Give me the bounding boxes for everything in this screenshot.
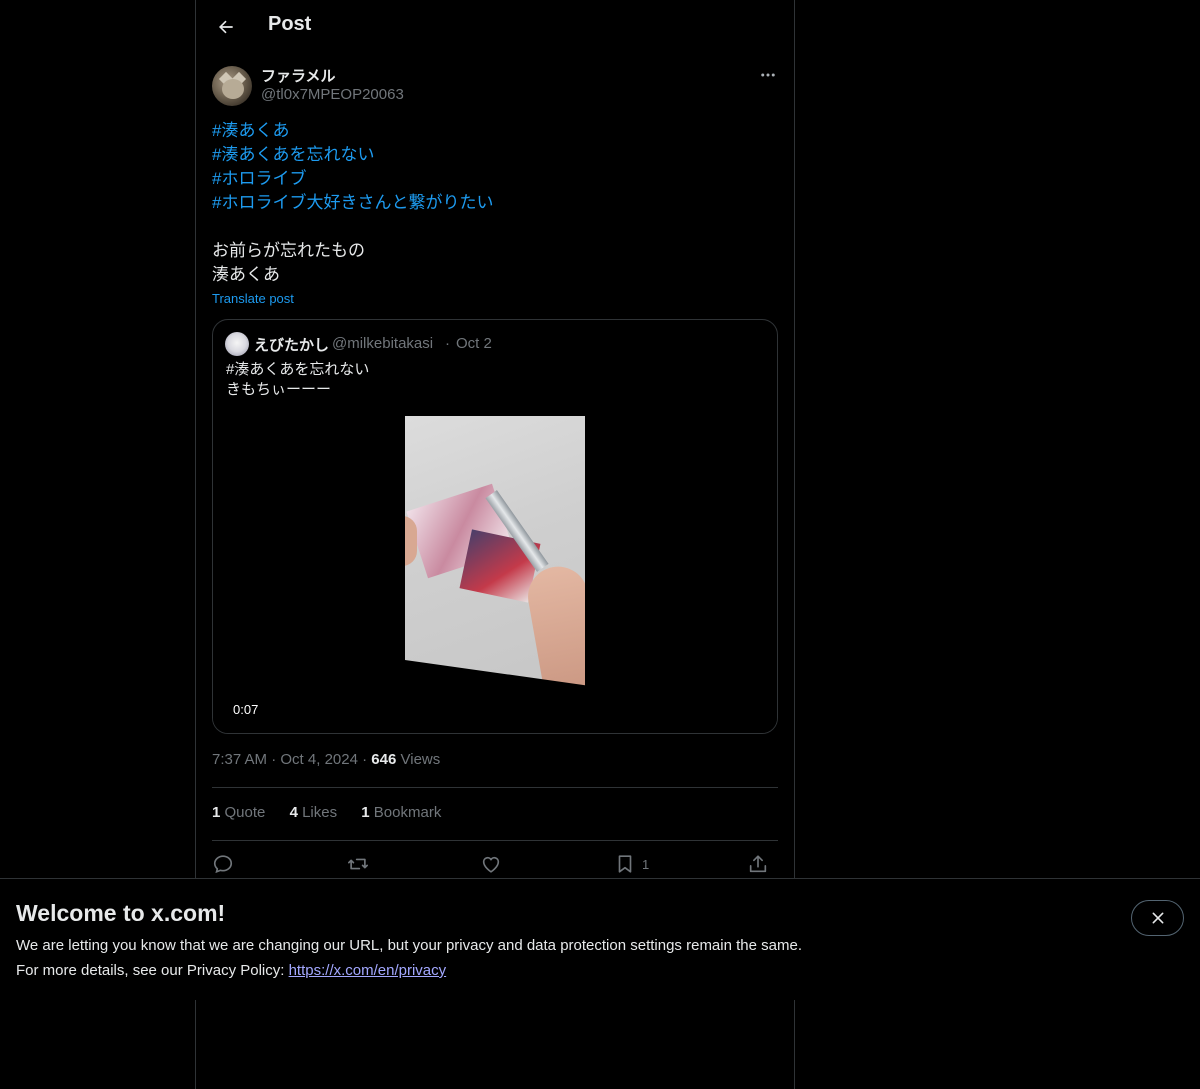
- quoted-display-name: えびたかし: [254, 337, 330, 354]
- translate-post-link[interactable]: Translate post: [212, 291, 294, 306]
- quoted-text-line: #湊あくあを忘れない: [226, 361, 370, 378]
- post-text-line: お前らが忘れたもの: [212, 241, 365, 260]
- share-icon: [749, 855, 767, 873]
- reply-button[interactable]: [212, 852, 234, 876]
- video-player[interactable]: 0:07: [213, 416, 777, 733]
- divider: [212, 787, 778, 788]
- bookmark-button[interactable]: 1: [614, 852, 649, 876]
- quoted-handle: @milkebitakasi: [332, 335, 434, 352]
- hashtag-link[interactable]: #ホロライブ: [212, 167, 778, 191]
- action-bar: 1: [212, 852, 778, 878]
- post-metadata: 7:37 AM · Oct 4, 2024 · 646 Views: [212, 751, 441, 768]
- close-banner-button[interactable]: [1131, 900, 1184, 936]
- quoted-text-line: きもちぃーーー: [226, 381, 332, 398]
- views-count: 646: [371, 751, 397, 768]
- post-time[interactable]: 7:37 AM: [212, 751, 267, 768]
- more-options-button[interactable]: [756, 64, 780, 86]
- quoted-text: #湊あくあを忘れない きもちぃーーー: [226, 360, 369, 400]
- banner-privacy-note: For more details, see our Privacy Policy…: [16, 962, 447, 979]
- repost-button[interactable]: [346, 852, 370, 876]
- views-label: Views: [400, 751, 441, 768]
- like-button[interactable]: [480, 852, 502, 876]
- hashtag-link[interactable]: #ホロライブ大好きさんと繋がりたい: [212, 191, 778, 215]
- page-header: Post: [196, 0, 794, 54]
- welcome-banner: Welcome to x.com! We are letting you kno…: [0, 878, 1200, 1000]
- author-display-name[interactable]: ファラメル: [261, 65, 336, 86]
- banner-title: Welcome to x.com!: [16, 900, 226, 926]
- engagement-stats: 1 Quote 4 Likes 1 Bookmark: [212, 804, 461, 821]
- bookmarks-stat[interactable]: 1 Bookmark: [361, 804, 441, 821]
- post-text-line: 湊あくあ: [212, 265, 280, 284]
- quotes-stat[interactable]: 1 Quote: [212, 804, 265, 821]
- back-arrow-icon: [219, 20, 233, 34]
- author-handle[interactable]: @tl0x7MPEOP20063: [261, 86, 404, 103]
- post-date[interactable]: Oct 4, 2024: [280, 751, 358, 768]
- hashtag-link[interactable]: #湊あくあ: [212, 119, 778, 143]
- hashtag-link[interactable]: #湊あくあを忘れない: [212, 143, 778, 167]
- quoted-avatar[interactable]: [225, 332, 249, 356]
- bookmark-count: 1: [642, 856, 650, 872]
- share-button[interactable]: [747, 852, 769, 876]
- quoted-post-card[interactable]: えびたかし @milkebitakasi · Oct 2 #湊あくあを忘れない …: [212, 319, 778, 734]
- banner-message: We are letting you know that we are chan…: [16, 937, 802, 954]
- post-text: #湊あくあ #湊あくあを忘れない #ホロライブ #ホロライブ大好きさんと繋がりた…: [212, 119, 778, 287]
- video-thumbnail: [405, 416, 585, 733]
- page-title: Post: [268, 13, 312, 35]
- quoted-date: Oct 2: [456, 335, 492, 352]
- heart-icon: [482, 856, 500, 873]
- video-duration: 0:07: [225, 700, 267, 719]
- close-icon: [1152, 912, 1163, 924]
- more-icon: [761, 73, 775, 77]
- likes-stat[interactable]: 4 Likes: [290, 804, 338, 821]
- reply-icon: [213, 855, 233, 874]
- back-button[interactable]: [208, 9, 244, 45]
- repost-icon: [348, 858, 368, 870]
- divider: [212, 840, 778, 841]
- avatar[interactable]: [212, 66, 252, 106]
- privacy-policy-link[interactable]: https://x.com/en/privacy: [289, 962, 447, 979]
- separator-dot: ·: [445, 335, 450, 352]
- bookmark-icon: [618, 855, 632, 873]
